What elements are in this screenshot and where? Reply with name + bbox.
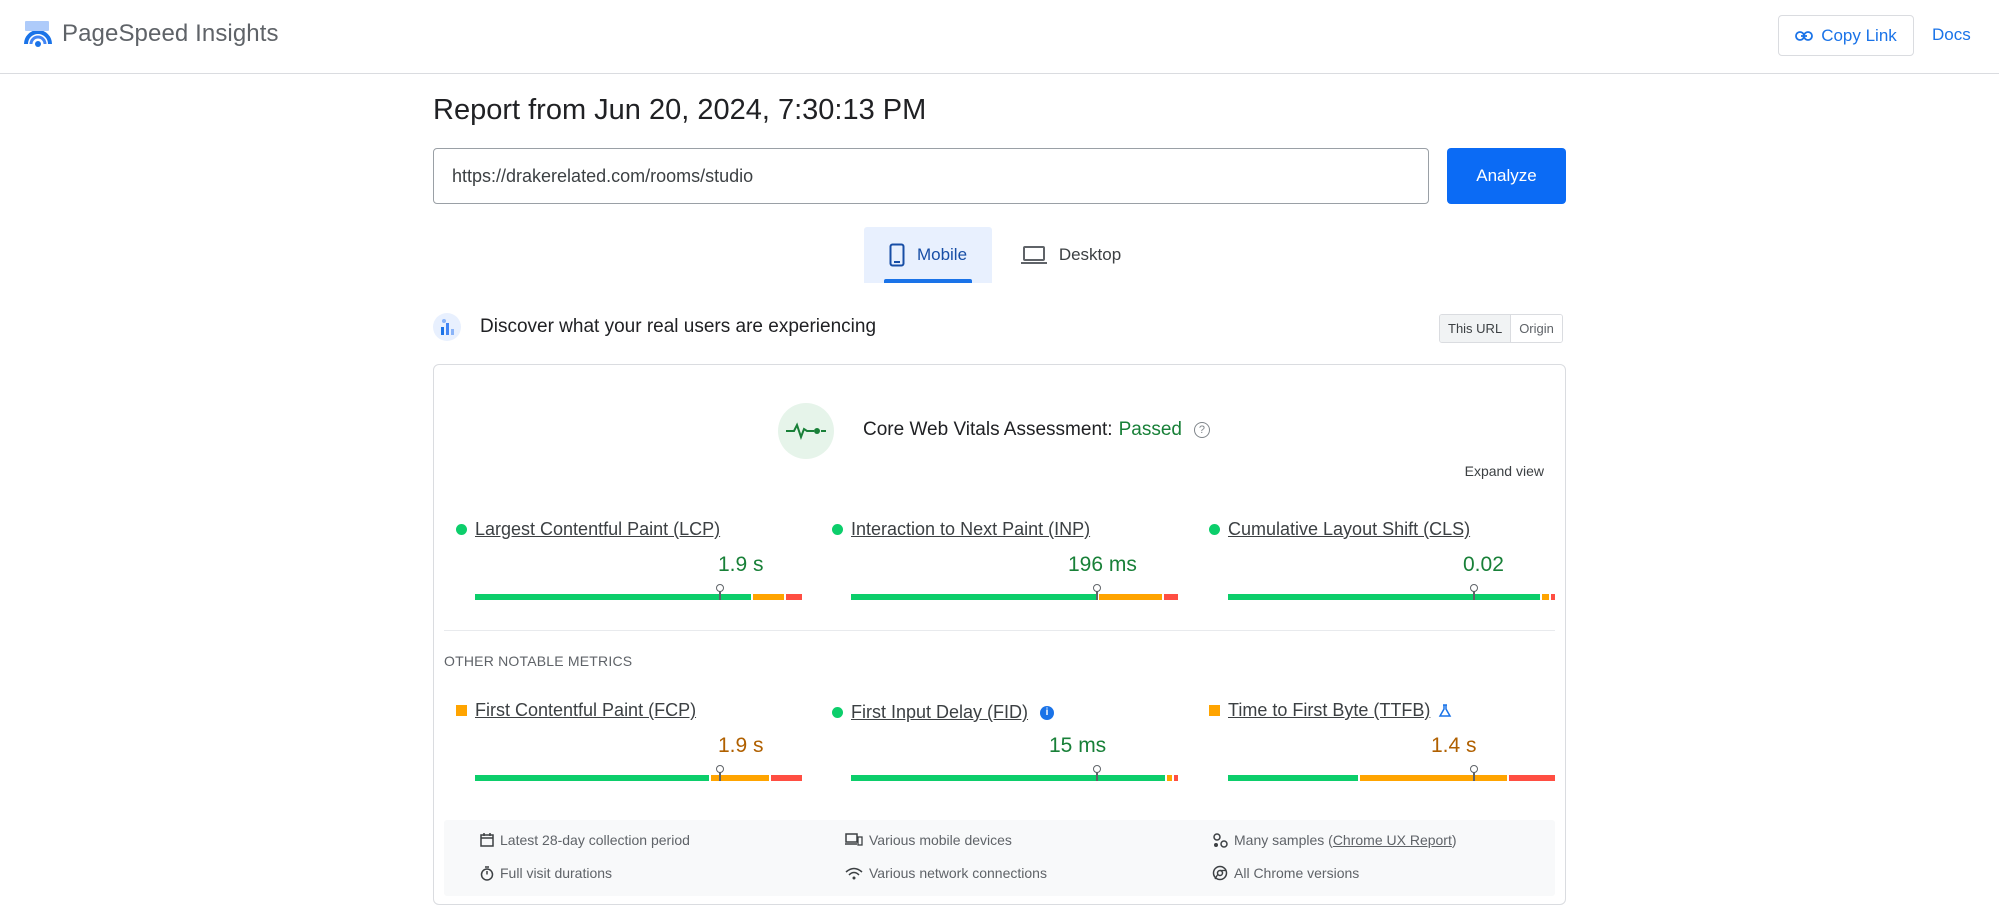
tab-desktop[interactable]: Desktop — [1011, 227, 1131, 283]
metric-name[interactable]: Interaction to Next Paint (INP) — [851, 519, 1090, 540]
metric-name[interactable]: First Input Delay (FID) — [851, 702, 1028, 723]
url-origin-toggle: This URL Origin — [1439, 314, 1563, 343]
metric-value: 1.9 s — [718, 553, 764, 576]
active-tab-indicator — [884, 279, 972, 283]
p75-marker — [1093, 584, 1101, 600]
help-icon[interactable]: ? — [1193, 422, 1210, 438]
metric-name[interactable]: Cumulative Layout Shift (CLS) — [1228, 519, 1470, 540]
top-bar: PageSpeed Insights Copy Link Docs — [0, 0, 1999, 74]
p75-marker — [1470, 765, 1478, 781]
tab-mobile[interactable]: Mobile — [864, 227, 992, 283]
tab-mobile-label: Mobile — [916, 245, 968, 264]
chrome-icon — [1212, 865, 1228, 881]
metric-name[interactable]: First Contentful Paint (FCP) — [475, 700, 696, 721]
section-divider — [444, 630, 1555, 631]
info-icon[interactable]: i — [1040, 705, 1055, 720]
url-input[interactable] — [433, 148, 1429, 204]
metric-name[interactable]: Largest Contentful Paint (LCP) — [475, 519, 720, 540]
p75-marker — [716, 584, 724, 600]
other-metrics-title: OTHER NOTABLE METRICS — [444, 653, 633, 669]
cwv-assessment-label: Core Web Vitals Assessment: — [863, 419, 1113, 440]
metric-lcp: Largest Contentful Paint (LCP) 1.9 s — [456, 519, 802, 600]
chrome-versions-info: All Chrome versions — [1212, 865, 1359, 881]
expand-view-button[interactable]: Expand view — [1465, 463, 1544, 479]
report-title: Report from Jun 20, 2024, 7:30:13 PM — [433, 94, 927, 126]
distribution-bar — [1228, 765, 1555, 781]
metric-value: 1.4 s — [1431, 734, 1477, 757]
distribution-bar — [475, 584, 802, 600]
heartbeat-icon — [786, 422, 826, 440]
visit-durations: Full visit durations — [480, 865, 612, 881]
metric-fid: First Input Delay (FID) i 15 ms — [832, 702, 1178, 781]
good-status-icon — [832, 524, 843, 535]
experimental-flask-icon — [1439, 703, 1452, 717]
field-data-heading: Discover what your real users are experi… — [480, 316, 877, 337]
metric-value: 15 ms — [1049, 734, 1107, 757]
copy-link-button[interactable]: Copy Link — [1778, 15, 1914, 56]
distribution-bar — [1228, 584, 1555, 600]
good-status-icon — [1209, 524, 1220, 535]
metric-value: 1.9 s — [718, 734, 764, 757]
distribution-bar — [851, 765, 1178, 781]
metric-fcp: First Contentful Paint (FCP) 1.9 s — [456, 700, 802, 781]
samples-icon — [1213, 832, 1228, 848]
needs-improvement-status-icon — [456, 705, 467, 716]
cwv-assessment-status: Passed — [1118, 419, 1182, 440]
app-name: PageSpeed Insights — [62, 20, 279, 47]
laptop-icon — [1020, 246, 1047, 264]
users-chart-icon — [433, 313, 461, 341]
stopwatch-icon — [480, 865, 494, 881]
cwv-badge — [778, 403, 834, 459]
link-icon — [1795, 30, 1814, 41]
devices-icon — [845, 833, 863, 846]
devices-info: Various mobile devices — [845, 832, 1012, 848]
metric-name[interactable]: Time to First Byte (TTFB) — [1228, 700, 1430, 721]
collection-period: Latest 28-day collection period — [480, 832, 690, 848]
toggle-origin[interactable]: Origin — [1511, 315, 1562, 342]
analyze-button[interactable]: Analyze — [1447, 148, 1566, 204]
cwv-assessment: Core Web Vitals Assessment: Passed ? — [863, 419, 1210, 441]
network-info: Various network connections — [845, 865, 1047, 881]
metric-inp: Interaction to Next Paint (INP) 196 ms — [832, 519, 1178, 600]
smartphone-icon — [889, 243, 905, 267]
tab-desktop-label: Desktop — [1058, 245, 1122, 264]
p75-marker — [1470, 584, 1478, 600]
metric-ttfb: Time to First Byte (TTFB) 1.4 s — [1209, 700, 1555, 781]
metric-value: 196 ms — [1068, 553, 1137, 576]
docs-link[interactable]: Docs — [1932, 25, 1971, 45]
chrome-ux-report-link[interactable]: Chrome UX Report — [1333, 832, 1452, 848]
metric-cls: Cumulative Layout Shift (CLS) 0.02 — [1209, 519, 1555, 600]
distribution-bar — [475, 765, 802, 781]
collection-info: Latest 28-day collection period Full vis… — [444, 820, 1555, 896]
wifi-icon — [845, 867, 863, 879]
copy-link-label: Copy Link — [1821, 25, 1897, 45]
needs-improvement-status-icon — [1209, 705, 1220, 716]
p75-marker — [1093, 765, 1101, 781]
samples-info: Many samples (Chrome UX Report) — [1212, 832, 1457, 848]
field-data-card: Core Web Vitals Assessment: Passed ? Exp… — [433, 364, 1566, 905]
distribution-bar — [851, 584, 1178, 600]
pagespeed-logo-icon — [24, 21, 52, 47]
p75-marker — [716, 765, 724, 781]
good-status-icon — [832, 707, 843, 718]
toggle-this-url[interactable]: This URL — [1440, 315, 1512, 342]
metric-value: 0.02 — [1463, 553, 1504, 576]
brand[interactable]: PageSpeed Insights — [22, 18, 279, 50]
good-status-icon — [456, 524, 467, 535]
calendar-icon — [480, 833, 494, 847]
